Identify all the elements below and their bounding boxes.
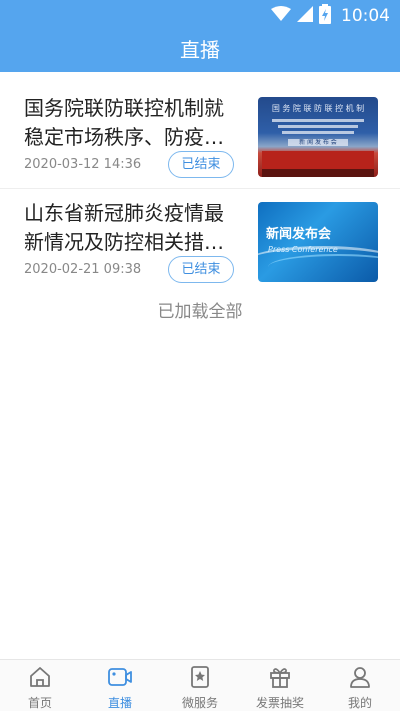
bottom-tab-bar: 首页 直播 微服务 发票抽奖 我的 (0, 659, 400, 711)
tab-microservice[interactable]: 微服务 (160, 660, 240, 711)
item-thumbnail[interactable]: 新闻发布会 Press Conference (258, 202, 378, 282)
thumbnail-wave (268, 254, 378, 280)
tab-mine[interactable]: 我的 (320, 660, 400, 711)
status-bar: 10:04 (271, 4, 390, 28)
live-list: 国务院联防联控机制就稳定市场秩序、防疫… 2020-03-12 14:36 已结… (0, 84, 400, 292)
load-complete-text: 已加载全部 (157, 302, 243, 322)
stage-chairs (262, 169, 374, 177)
status-badge: 已结束 (168, 151, 234, 178)
app-header: 10:04 直播 (0, 0, 400, 72)
item-date: 2020-03-12 14:36 (24, 157, 142, 172)
tab-label: 发票抽奖 (255, 696, 304, 710)
thumbnail-subcaption: 新 闻 发 布 会 (288, 139, 348, 146)
battery-icon (319, 4, 331, 28)
tab-label: 首页 (27, 696, 52, 710)
thumbnail-caption: 国 务 院 联 防 联 控 机 制 (271, 104, 365, 113)
item-title[interactable]: 山东省新冠肺炎疫情最新情况及防控相关措… (24, 199, 236, 257)
wifi-icon (271, 6, 291, 26)
item-thumbnail[interactable]: 国 务 院 联 防 联 控 机 制 新 闻 发 布 会 (258, 97, 378, 177)
user-icon (347, 665, 373, 689)
item-title[interactable]: 国务院联防联控机制就稳定市场秩序、防疫… (24, 94, 236, 152)
bookmark-star-icon (187, 665, 213, 689)
tab-label: 微服务 (181, 696, 218, 710)
home-icon (27, 665, 53, 689)
tab-label: 我的 (347, 696, 372, 710)
stage-table (262, 151, 374, 169)
tab-live[interactable]: 直播 (80, 660, 160, 711)
signal-icon (297, 6, 313, 26)
status-badge: 已结束 (168, 256, 234, 283)
item-date: 2020-02-21 09:38 (24, 262, 142, 277)
list-item[interactable]: 山东省新冠肺炎疫情最新情况及防控相关措… 2020-02-21 09:38 已结… (0, 188, 400, 292)
list-item[interactable]: 国务院联防联控机制就稳定市场秩序、防疫… 2020-03-12 14:36 已结… (0, 84, 400, 188)
tab-invoice-lottery[interactable]: 发票抽奖 (240, 660, 320, 711)
video-icon (107, 665, 133, 689)
gift-icon (267, 665, 293, 689)
tab-label: 直播 (107, 696, 132, 710)
status-time: 10:04 (341, 6, 390, 26)
thumbnail-title: 新闻发布会 (266, 227, 332, 242)
tab-home[interactable]: 首页 (0, 660, 80, 711)
page-title: 直播 (180, 38, 220, 62)
thumbnail-subtitle: Press Conference (268, 245, 338, 254)
